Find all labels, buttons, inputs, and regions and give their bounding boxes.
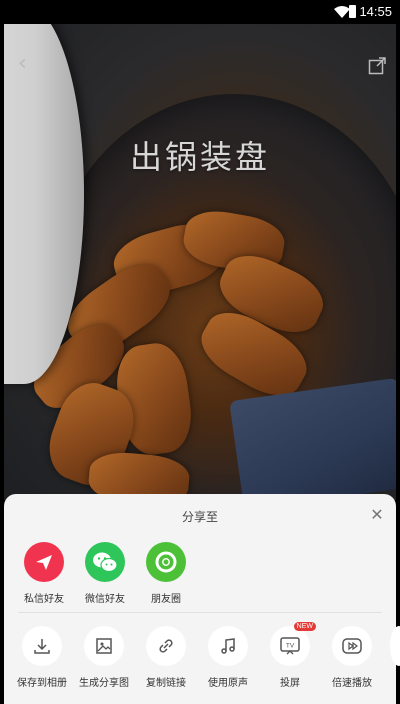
music-note-icon — [208, 626, 248, 666]
moments-icon — [146, 542, 186, 582]
close-icon[interactable]: ✕ — [368, 506, 386, 524]
share-sheet-title: 分享至 — [181, 510, 218, 524]
link-icon — [146, 626, 186, 666]
wifi-icon — [334, 6, 350, 18]
share-to-moments[interactable]: 朋友圈 — [138, 542, 194, 605]
tool-label: 使用原声 — [208, 678, 248, 689]
battery-icon — [349, 5, 356, 18]
cast-screen-button[interactable]: TV NEW 投屏 — [260, 622, 320, 689]
video-player[interactable]: ‹ 出锅装盘 — [4, 24, 396, 500]
divider — [18, 612, 382, 613]
use-original-sound-button[interactable]: 使用原声 — [198, 626, 258, 689]
share-sheet: 分享至 ✕ 私信好友 微信好友 朋友圈 保存到相册 生成分享图 复制链接 使用原… — [4, 494, 400, 704]
share-to-private-message[interactable]: 私信好友 — [16, 542, 72, 605]
share-target-label: 朋友圈 — [151, 594, 181, 605]
share-target-label: 微信好友 — [85, 594, 125, 605]
status-bar: 14:55 — [0, 0, 400, 24]
svg-text:TV: TV — [286, 643, 295, 650]
tool-label: 保存到相册 — [17, 678, 67, 689]
share-to-wechat-friend[interactable]: 微信好友 — [77, 542, 133, 605]
speed-play-icon — [332, 626, 372, 666]
generate-share-image-button[interactable]: 生成分享图 — [74, 626, 134, 689]
save-to-album-button[interactable]: 保存到相册 — [12, 626, 72, 689]
download-icon — [22, 626, 62, 666]
share-target-label: 私信好友 — [24, 594, 64, 605]
tool-label: 生成分享图 — [79, 678, 129, 689]
new-badge: NEW — [293, 622, 316, 631]
copy-link-button[interactable]: 复制链接 — [136, 626, 196, 689]
tv-icon: TV NEW — [270, 622, 316, 666]
tool-label: 复制链接 — [146, 678, 186, 689]
wechat-icon — [85, 542, 125, 582]
tool-label: 投屏 — [280, 678, 300, 689]
status-time: 14:55 — [359, 4, 392, 19]
back-arrow-icon[interactable]: ‹ — [18, 53, 38, 75]
paper-plane-icon — [24, 542, 64, 582]
more-tools-partial[interactable] — [390, 626, 400, 666]
open-external-icon[interactable] — [368, 57, 386, 75]
tool-label: 倍速播放 — [332, 678, 372, 689]
playback-speed-button[interactable]: 倍速播放 — [322, 626, 382, 689]
video-caption: 出锅装盘 — [129, 138, 270, 176]
image-icon — [84, 626, 124, 666]
